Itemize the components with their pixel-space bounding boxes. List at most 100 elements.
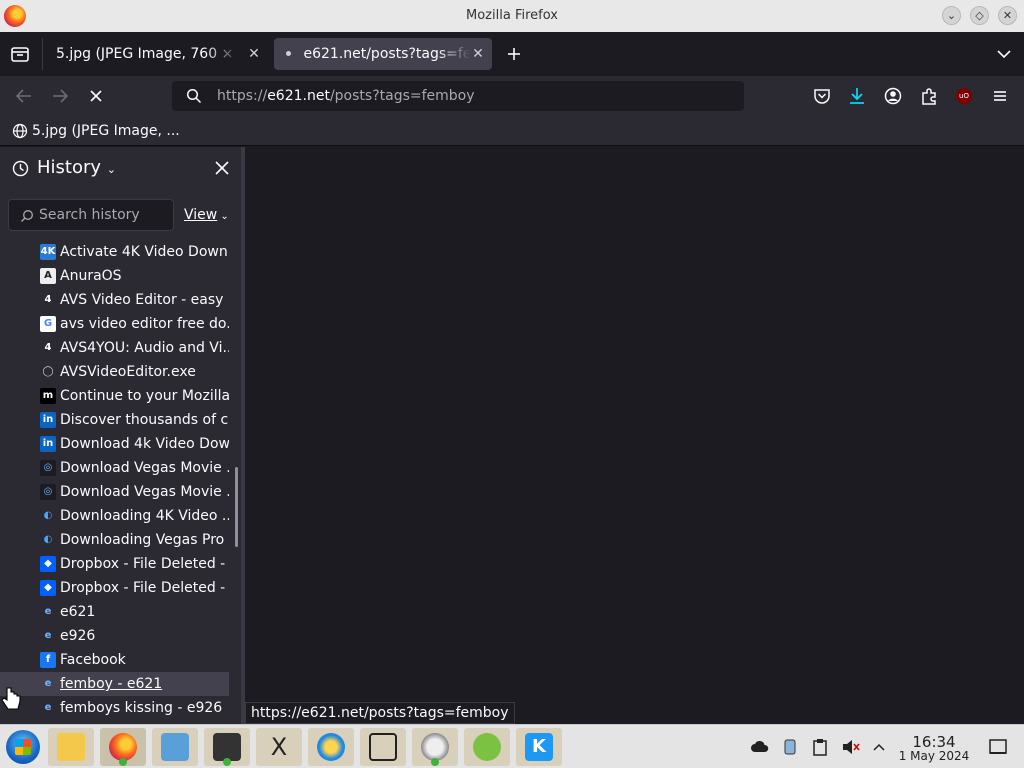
taskbar-video-editor[interactable] [204, 728, 250, 766]
history-item[interactable]: in Download 4k Video Dow.. [0, 432, 229, 456]
taskbar-globe-app[interactable] [308, 728, 354, 766]
bookmarks-toolbar: 5.jpg (JPEG Image, ... [0, 116, 1024, 146]
clipboard-icon[interactable] [810, 737, 830, 757]
history-item[interactable]: f Facebook [0, 648, 229, 672]
firefox-icon [109, 733, 137, 761]
url-prefix: https:// [217, 88, 268, 104]
menu-hamburger-icon[interactable] [988, 84, 1012, 108]
history-item-label: Discover thousands of c.. [60, 412, 229, 428]
tab-close-icon[interactable]: ✕ [246, 38, 262, 70]
facebook-icon: f [40, 652, 56, 668]
cloud-sync-icon[interactable] [750, 737, 770, 757]
linkedin-icon: in [40, 412, 56, 428]
history-item[interactable]: A AnuraOS [0, 264, 229, 288]
taskbar-files[interactable] [48, 728, 94, 766]
history-item[interactable]: ◆ Dropbox - File Deleted - .. [0, 552, 229, 576]
e621-icon: e [44, 630, 52, 641]
tab-strip: 5.jpg (JPEG Image, 760 × 76 ✕ e621.net/p… [0, 32, 1024, 76]
search-icon [20, 208, 34, 222]
minimize-icon[interactable]: ⌄ [942, 6, 961, 25]
clock-icon [12, 160, 29, 177]
downloads-icon[interactable] [845, 84, 869, 108]
history-item[interactable]: e femboys kissing - e926 [0, 696, 229, 720]
url-path: /posts?tags=femboy [329, 88, 475, 104]
tab-divider [42, 38, 43, 70]
address-bar[interactable]: https://e621.net/posts?tags=femboy [172, 81, 744, 111]
new-tab-icon[interactable] [504, 44, 524, 64]
tab-close-icon[interactable]: ✕ [470, 38, 486, 70]
loading-icon: ◐ [43, 510, 53, 521]
history-item-label: AVSVideoEditor.exe [60, 364, 196, 380]
history-item[interactable]: e e621 [0, 600, 229, 624]
kde-icon: K [525, 733, 553, 761]
taskbar-kde[interactable]: K [516, 728, 562, 766]
history-item[interactable]: ◎ Download Vegas Movie .. [0, 456, 229, 480]
close-sidebar-icon[interactable] [213, 159, 231, 177]
taskbar-firefox[interactable] [100, 728, 146, 766]
history-item[interactable]: 4 AVS4YOU: Audio and Vi... [0, 336, 229, 360]
clock-date[interactable]: 1 May 2024 [892, 749, 976, 763]
taskbar: X K 16:34 1 May 2024 [0, 724, 1024, 768]
sidebar-switcher[interactable]: History ⌄ [37, 157, 116, 178]
tray-expand-icon[interactable] [869, 737, 889, 757]
firefox-view-icon[interactable] [10, 44, 30, 64]
e621-icon: e [44, 702, 52, 713]
history-item[interactable]: in Discover thousands of c.. [0, 408, 229, 432]
cloud-icon [473, 733, 501, 761]
taskbar-x-app[interactable]: X [256, 728, 302, 766]
history-item-label: Continue to your Mozilla. [60, 388, 229, 404]
maximize-icon[interactable]: ◇ [970, 6, 989, 25]
bookmark-jpeg-image[interactable]: 5.jpg (JPEG Image, ... [12, 121, 180, 141]
list-all-tabs-icon[interactable] [994, 44, 1014, 64]
history-item[interactable]: e femboy - e621 [0, 672, 229, 696]
history-item[interactable]: 4 AVS Video Editor - easy .. [0, 288, 229, 312]
history-item[interactable]: ◐ Downloading Vegas Pro .. [0, 528, 229, 552]
history-item[interactable]: ◯ AVSVideoEditor.exe [0, 360, 229, 384]
stop-loading-icon[interactable] [84, 84, 108, 108]
google-icon: G [40, 316, 56, 332]
x-app-icon: X [270, 733, 288, 761]
page-content [245, 147, 1024, 724]
show-desktop-icon[interactable] [988, 737, 1008, 757]
ublock-origin-icon[interactable]: uO [952, 84, 976, 108]
taskbar-windows[interactable] [360, 728, 406, 766]
url-text[interactable]: https://e621.net/posts?tags=femboy [217, 88, 475, 104]
tab-e621-posts[interactable]: e621.net/posts?tags=fem ✕ [274, 38, 492, 70]
globe-icon: ◯ [42, 366, 54, 377]
taskbar-remote-desktop[interactable] [152, 728, 198, 766]
history-search-input[interactable] [39, 206, 169, 224]
windows-overview-icon [369, 733, 397, 761]
taskbar-safari[interactable] [412, 728, 458, 766]
folder-icon [57, 733, 85, 761]
volume-muted-icon[interactable] [840, 737, 860, 757]
history-item[interactable]: 4K Activate 4K Video Downl. [0, 241, 229, 264]
history-item[interactable]: Gavs video editor free do.. [0, 312, 229, 336]
history-search-box[interactable] [8, 199, 174, 231]
history-item-label: avs video editor free do.. [60, 316, 229, 332]
scrollbar-thumb[interactable] [235, 467, 238, 547]
history-item[interactable]: ◐ Downloading 4K Video ... [0, 504, 229, 528]
tab-jpeg-image[interactable]: 5.jpg (JPEG Image, 760 × 76 ✕ [44, 38, 268, 70]
history-item[interactable]: e e926 [0, 624, 229, 648]
forward-arrow-icon[interactable] [48, 84, 72, 108]
compass-icon [421, 733, 449, 761]
back-arrow-icon[interactable] [12, 84, 36, 108]
pocket-icon[interactable] [810, 84, 834, 108]
start-menu-icon[interactable] [6, 730, 40, 764]
e621-icon: e [44, 678, 52, 689]
close-window-icon[interactable]: ✕ [998, 6, 1017, 25]
extensions-icon[interactable] [917, 84, 941, 108]
history-item-label: femboys kissing - e926 [60, 700, 223, 716]
history-item[interactable]: m Continue to your Mozilla. [0, 384, 229, 408]
sidebar-title: History [37, 157, 102, 178]
view-menu-button[interactable]: View ⌄ [184, 207, 229, 223]
history-item-label: Download Vegas Movie .. [60, 460, 229, 476]
account-icon[interactable] [881, 84, 905, 108]
history-item-label: Download 4k Video Dow.. [60, 436, 229, 452]
taskbar-cloud[interactable] [464, 728, 510, 766]
history-item[interactable]: ◎ Download Vegas Movie .. [0, 480, 229, 504]
mozilla-icon: m [40, 388, 56, 404]
network-icon[interactable] [780, 737, 800, 757]
view-label: View [184, 207, 218, 223]
history-item[interactable]: ◆ Dropbox - File Deleted - .. [0, 576, 229, 600]
